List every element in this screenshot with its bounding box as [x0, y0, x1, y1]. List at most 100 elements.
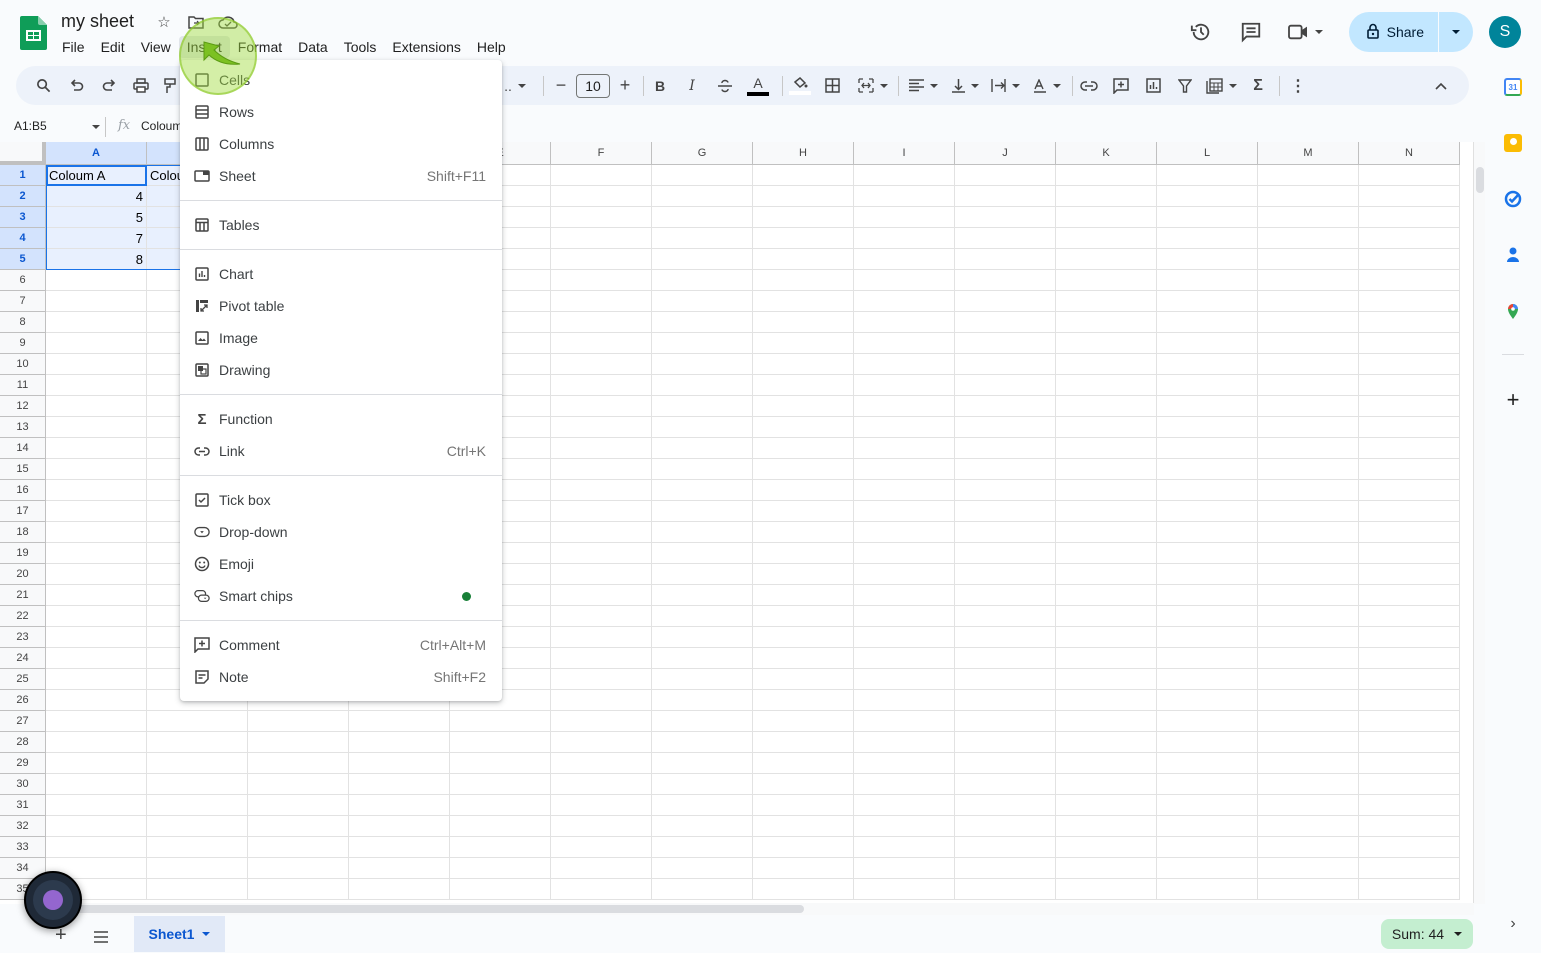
cell-c32[interactable]: [248, 816, 349, 837]
cell-l4[interactable]: [1157, 228, 1258, 249]
share-dropdown-button[interactable]: [1439, 12, 1473, 52]
cell-a17[interactable]: [46, 501, 147, 522]
cell-m10[interactable]: [1258, 354, 1359, 375]
cell-f12[interactable]: [551, 396, 652, 417]
menu-item-image[interactable]: Image: [180, 322, 502, 354]
cell-e34[interactable]: [450, 858, 551, 879]
cell-k31[interactable]: [1056, 795, 1157, 816]
cell-k26[interactable]: [1056, 690, 1157, 711]
cell-h21[interactable]: [753, 585, 854, 606]
cell-k27[interactable]: [1056, 711, 1157, 732]
cell-j27[interactable]: [955, 711, 1056, 732]
row-header-33[interactable]: 33: [0, 837, 46, 858]
cell-j32[interactable]: [955, 816, 1056, 837]
add-addon-icon[interactable]: +: [1504, 389, 1522, 411]
cell-f34[interactable]: [551, 858, 652, 879]
filter-views-icon[interactable]: [1204, 66, 1238, 105]
cell-n33[interactable]: [1359, 837, 1460, 858]
tasks-icon[interactable]: [1504, 190, 1522, 208]
cell-j24[interactable]: [955, 648, 1056, 669]
cell-h3[interactable]: [753, 207, 854, 228]
cell-a20[interactable]: [46, 564, 147, 585]
cell-f4[interactable]: [551, 228, 652, 249]
row-header-31[interactable]: 31: [0, 795, 46, 816]
cell-g11[interactable]: [652, 375, 753, 396]
cell-n15[interactable]: [1359, 459, 1460, 480]
share-button[interactable]: Share: [1349, 12, 1439, 52]
vertical-scroll-thumb[interactable]: [1476, 167, 1484, 193]
calendar-icon[interactable]: 31: [1504, 78, 1522, 96]
text-wrapping-icon[interactable]: [988, 66, 1022, 105]
cell-f2[interactable]: [551, 186, 652, 207]
cell-l24[interactable]: [1157, 648, 1258, 669]
sum-indicator[interactable]: Sum: 44: [1381, 919, 1473, 949]
cell-g16[interactable]: [652, 480, 753, 501]
cell-h8[interactable]: [753, 312, 854, 333]
cell-l9[interactable]: [1157, 333, 1258, 354]
cell-m12[interactable]: [1258, 396, 1359, 417]
cell-c28[interactable]: [248, 732, 349, 753]
row-header-11[interactable]: 11: [0, 375, 46, 396]
cell-l35[interactable]: [1157, 879, 1258, 900]
cell-f20[interactable]: [551, 564, 652, 585]
cell-k21[interactable]: [1056, 585, 1157, 606]
cell-i27[interactable]: [854, 711, 955, 732]
cell-i29[interactable]: [854, 753, 955, 774]
cell-b28[interactable]: [147, 732, 248, 753]
column-header-h[interactable]: H: [753, 142, 854, 165]
row-header-3[interactable]: 3: [0, 207, 46, 228]
cell-m34[interactable]: [1258, 858, 1359, 879]
meet-call-icon[interactable]: [1283, 14, 1327, 50]
cell-a16[interactable]: [46, 480, 147, 501]
cell-a15[interactable]: [46, 459, 147, 480]
cell-n5[interactable]: [1359, 249, 1460, 270]
document-title[interactable]: my sheet: [61, 11, 134, 32]
cell-a4[interactable]: 7: [46, 228, 147, 249]
cell-l8[interactable]: [1157, 312, 1258, 333]
cell-n27[interactable]: [1359, 711, 1460, 732]
cell-i6[interactable]: [854, 270, 955, 291]
cell-k30[interactable]: [1056, 774, 1157, 795]
cell-f1[interactable]: [551, 165, 652, 186]
text-rotation-icon[interactable]: [1030, 66, 1064, 105]
cell-j12[interactable]: [955, 396, 1056, 417]
cell-c31[interactable]: [248, 795, 349, 816]
cell-i16[interactable]: [854, 480, 955, 501]
cell-g12[interactable]: [652, 396, 753, 417]
cell-j1[interactable]: [955, 165, 1056, 186]
cell-l18[interactable]: [1157, 522, 1258, 543]
cell-k8[interactable]: [1056, 312, 1157, 333]
cell-g24[interactable]: [652, 648, 753, 669]
cell-j35[interactable]: [955, 879, 1056, 900]
star-icon[interactable]: ☆: [154, 13, 174, 31]
cell-n32[interactable]: [1359, 816, 1460, 837]
cell-m24[interactable]: [1258, 648, 1359, 669]
cell-l2[interactable]: [1157, 186, 1258, 207]
cell-f31[interactable]: [551, 795, 652, 816]
cell-m31[interactable]: [1258, 795, 1359, 816]
cell-n19[interactable]: [1359, 543, 1460, 564]
cell-i17[interactable]: [854, 501, 955, 522]
cell-n2[interactable]: [1359, 186, 1460, 207]
cell-g25[interactable]: [652, 669, 753, 690]
cell-g15[interactable]: [652, 459, 753, 480]
cell-f13[interactable]: [551, 417, 652, 438]
cell-h2[interactable]: [753, 186, 854, 207]
cell-g5[interactable]: [652, 249, 753, 270]
cell-j4[interactable]: [955, 228, 1056, 249]
cell-l23[interactable]: [1157, 627, 1258, 648]
cell-d30[interactable]: [349, 774, 450, 795]
cell-f21[interactable]: [551, 585, 652, 606]
cell-j11[interactable]: [955, 375, 1056, 396]
cell-g18[interactable]: [652, 522, 753, 543]
cell-k23[interactable]: [1056, 627, 1157, 648]
cell-h14[interactable]: [753, 438, 854, 459]
row-header-18[interactable]: 18: [0, 522, 46, 543]
cell-a5[interactable]: 8: [46, 249, 147, 270]
column-header-i[interactable]: I: [854, 142, 955, 165]
row-header-5[interactable]: 5: [0, 249, 46, 270]
cell-a31[interactable]: [46, 795, 147, 816]
cell-e28[interactable]: [450, 732, 551, 753]
cell-l22[interactable]: [1157, 606, 1258, 627]
cell-h18[interactable]: [753, 522, 854, 543]
